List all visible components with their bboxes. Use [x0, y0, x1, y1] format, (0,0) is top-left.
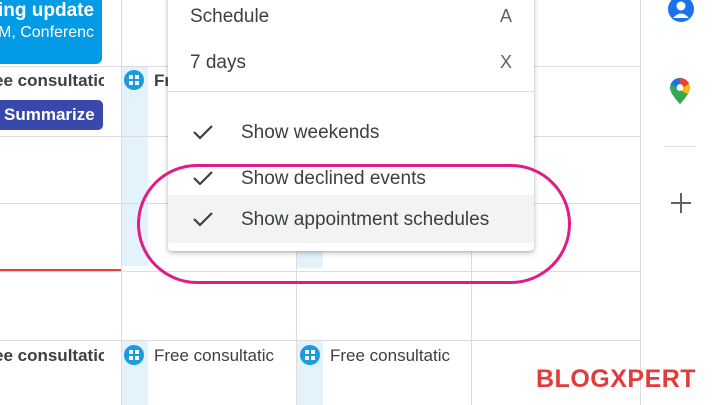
toggle-show-weekends[interactable]: Show weekends	[168, 110, 534, 154]
appointment-grid-icon	[124, 70, 144, 90]
side-panel	[640, 0, 720, 405]
contacts-icon[interactable]	[668, 0, 694, 22]
add-icon[interactable]	[669, 191, 693, 220]
menu-item-label: Show weekends	[241, 122, 380, 143]
grid-line	[0, 340, 640, 341]
appointment-event[interactable]: Free consultatic	[330, 346, 456, 366]
menu-item-shortcut: X	[499, 52, 512, 72]
maps-icon[interactable]	[670, 78, 690, 109]
event-card[interactable]: ing update M, Conferenc	[0, 0, 102, 64]
grid-line	[121, 0, 122, 405]
appointment-event[interactable]: ee consultatic	[0, 71, 104, 91]
check-icon	[193, 125, 213, 140]
menu-item-7-days[interactable]: 7 days X	[168, 40, 534, 84]
highlight-annotation	[137, 164, 571, 284]
appointment-event[interactable]: Free consultatic	[154, 346, 280, 366]
appointment-grid-icon	[300, 345, 320, 365]
blogxpert-logo: BLOGXPERT	[536, 365, 696, 392]
menu-item-shortcut: A	[499, 6, 512, 26]
menu-item-label: Schedule	[190, 6, 270, 27]
summarize-button[interactable]: Summarize	[0, 100, 103, 130]
appointment-event[interactable]: ee consultatic	[0, 346, 104, 366]
menu-item-label: 7 days	[190, 52, 246, 73]
svg-text:BLOGXPERT: BLOGXPERT	[536, 365, 696, 392]
current-time-line	[0, 269, 121, 271]
event-title: ing update	[0, 0, 95, 21]
menu-separator	[168, 91, 534, 92]
menu-item-schedule[interactable]: Schedule A	[168, 0, 534, 38]
event-subtitle: M, Conferenc	[0, 24, 95, 41]
summarize-label: Summarize	[4, 105, 95, 124]
side-divider	[664, 146, 696, 147]
appointment-grid-icon	[124, 345, 144, 365]
